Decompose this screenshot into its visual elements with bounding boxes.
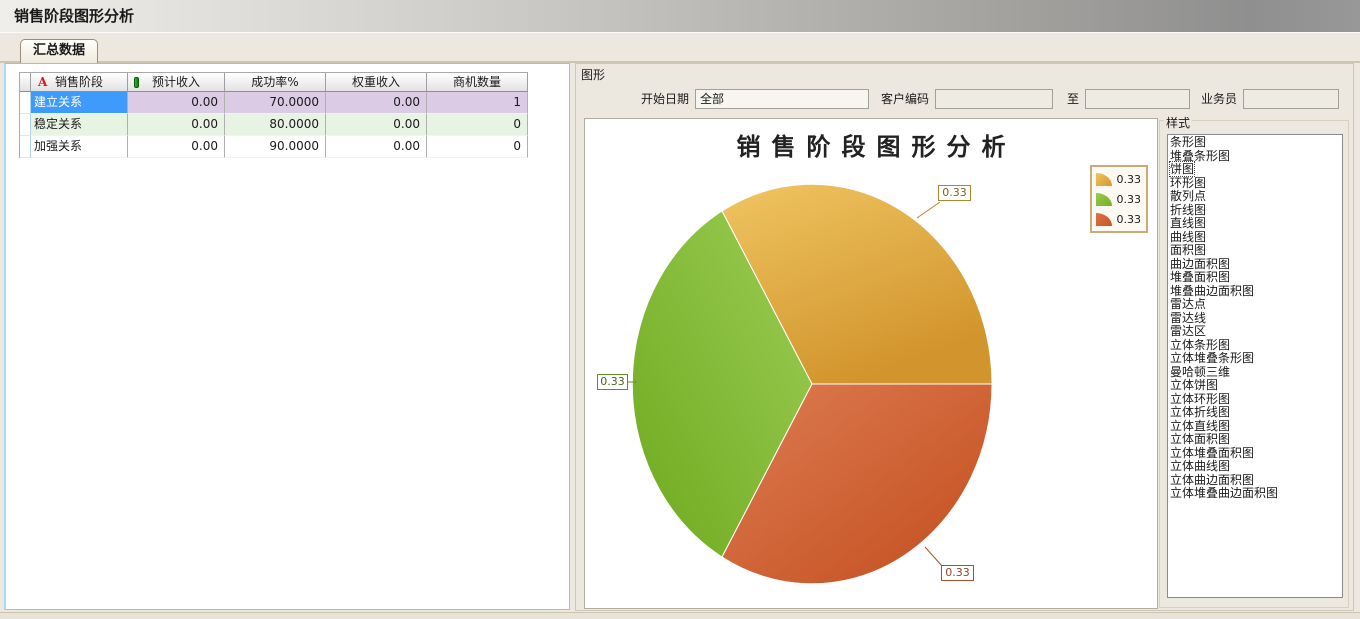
slice-label-green: 0.33 [597, 374, 628, 390]
style-list-item[interactable]: 立体曲边面积图 [1168, 474, 1342, 488]
cell-expected[interactable]: 0.00 [128, 114, 225, 136]
customer-code-label: 客户编码 [874, 92, 929, 106]
style-group: 样式 条形图堆叠条形图饼图环形图散列点折线图直线图曲线图面积图曲边面积图堆叠面积… [1159, 120, 1349, 608]
style-list-item[interactable]: 立体堆叠条形图 [1168, 352, 1342, 366]
table-row: 稳定关系 0.00 80.0000 0.00 0 [20, 114, 528, 136]
cell-count[interactable]: 0 [427, 114, 528, 136]
legend-swatch-orange-icon [1096, 173, 1112, 186]
title-bar: 销售阶段图形分析 [0, 0, 1360, 33]
style-list-item[interactable]: 立体饼图 [1168, 379, 1342, 393]
style-list-item[interactable]: 立体条形图 [1168, 339, 1342, 353]
col-header-stage[interactable]: A 销售阶段 [31, 73, 128, 92]
callout-line [925, 547, 942, 566]
style-list-item[interactable]: 立体堆叠面积图 [1168, 447, 1342, 461]
style-list-item[interactable]: 立体直线图 [1168, 420, 1342, 434]
cell-count[interactable]: 1 [427, 92, 528, 114]
app-window: 销售阶段图形分析 汇总数据 A 销售阶段 预计收入 成功率% [0, 0, 1360, 619]
table-row: 加强关系 0.00 90.0000 0.00 0 [20, 136, 528, 158]
row-selector[interactable] [20, 136, 31, 158]
sort-indicator-icon: A [38, 75, 47, 90]
style-list-item[interactable]: 雷达线 [1168, 312, 1342, 326]
pie-chart [585, 119, 1159, 610]
style-list-item[interactable]: 立体面积图 [1168, 433, 1342, 447]
start-date-field[interactable]: 全部 [695, 89, 869, 109]
style-list-item[interactable]: 折线图 [1168, 204, 1342, 218]
style-list-item[interactable]: 立体曲线图 [1168, 460, 1342, 474]
to-label: 至 [1063, 92, 1079, 106]
customer-code-to-field[interactable] [1085, 89, 1190, 109]
legend-row: 0.33 [1096, 209, 1142, 229]
tab-summary-data[interactable]: 汇总数据 [20, 39, 98, 63]
row-selector[interactable] [20, 114, 31, 136]
graph-panel: 图形 开始日期 全部 客户编码 至 业务员 销售阶段图形分析 [575, 63, 1354, 611]
col-header-expected[interactable]: 预计收入 [128, 73, 225, 92]
legend-swatch-green-icon [1096, 193, 1112, 206]
style-list-item[interactable]: 曲线图 [1168, 231, 1342, 245]
callout-line [917, 202, 940, 218]
row-selector[interactable] [20, 92, 31, 114]
filter-indicator-icon [134, 77, 139, 88]
col-header-weighted[interactable]: 权重收入 [326, 73, 427, 92]
cell-count[interactable]: 0 [427, 136, 528, 158]
legend-swatch-red-icon [1096, 213, 1112, 226]
salesman-field[interactable] [1243, 89, 1339, 109]
cell-stage[interactable]: 建立关系 [31, 92, 128, 114]
style-list-item[interactable]: 直线图 [1168, 217, 1342, 231]
cell-weighted[interactable]: 0.00 [326, 136, 427, 158]
bottom-strip [0, 612, 1360, 619]
style-list-item[interactable]: 立体折线图 [1168, 406, 1342, 420]
table-header-row: A 销售阶段 预计收入 成功率% 权重收入 商机数量 [20, 73, 528, 92]
style-list[interactable]: 条形图堆叠条形图饼图环形图散列点折线图直线图曲线图面积图曲边面积图堆叠面积图堆叠… [1167, 134, 1343, 598]
cell-stage[interactable]: 加强关系 [31, 136, 128, 158]
tab-label: 汇总数据 [33, 43, 85, 58]
col-header-rate[interactable]: 成功率% [225, 73, 326, 92]
style-list-item[interactable]: 立体堆叠曲边面积图 [1168, 487, 1342, 501]
legend-row: 0.33 [1096, 189, 1142, 209]
row-selector-header[interactable] [20, 73, 31, 92]
style-group-label: 样式 [1164, 114, 1192, 131]
style-list-item[interactable]: 雷达点 [1168, 298, 1342, 312]
cell-stage[interactable]: 稳定关系 [31, 114, 128, 136]
cell-weighted[interactable]: 0.00 [326, 114, 427, 136]
style-list-item[interactable]: 散列点 [1168, 190, 1342, 204]
style-list-item[interactable]: 饼图 [1168, 163, 1342, 177]
graph-group-label: 图形 [579, 66, 607, 83]
style-list-item[interactable]: 堆叠曲边面积图 [1168, 285, 1342, 299]
customer-code-field[interactable] [935, 89, 1053, 109]
col-header-count[interactable]: 商机数量 [427, 73, 528, 92]
slice-label-red: 0.33 [941, 565, 974, 581]
chart-area: 销售阶段图形分析 [584, 118, 1158, 609]
start-date-label: 开始日期 [609, 92, 689, 106]
page-title: 销售阶段图形分析 [14, 0, 134, 33]
style-list-item[interactable]: 环形图 [1168, 177, 1342, 191]
style-list-item[interactable]: 堆叠面积图 [1168, 271, 1342, 285]
cell-rate[interactable]: 70.0000 [225, 92, 326, 114]
cell-expected[interactable]: 0.00 [128, 92, 225, 114]
style-list-item[interactable]: 雷达区 [1168, 325, 1342, 339]
style-list-item[interactable]: 条形图 [1168, 136, 1342, 150]
slice-label-orange: 0.33 [938, 185, 971, 201]
sales-stage-table: A 销售阶段 预计收入 成功率% 权重收入 商机数量 [19, 72, 528, 158]
legend-row: 0.33 [1096, 169, 1142, 189]
cell-rate[interactable]: 80.0000 [225, 114, 326, 136]
salesman-label: 业务员 [1199, 92, 1237, 106]
table-row: 建立关系 0.00 70.0000 0.00 1 [20, 92, 528, 114]
style-list-item[interactable]: 堆叠条形图 [1168, 150, 1342, 164]
style-list-item[interactable]: 面积图 [1168, 244, 1342, 258]
style-list-item[interactable]: 立体环形图 [1168, 393, 1342, 407]
cell-weighted[interactable]: 0.00 [326, 92, 427, 114]
cell-rate[interactable]: 90.0000 [225, 136, 326, 158]
style-list-item[interactable]: 曲边面积图 [1168, 258, 1342, 272]
chart-legend: 0.33 0.33 0.33 [1090, 165, 1149, 233]
cell-expected[interactable]: 0.00 [128, 136, 225, 158]
summary-panel: A 销售阶段 预计收入 成功率% 权重收入 商机数量 [4, 63, 570, 610]
style-list-item[interactable]: 曼哈顿三维 [1168, 366, 1342, 380]
